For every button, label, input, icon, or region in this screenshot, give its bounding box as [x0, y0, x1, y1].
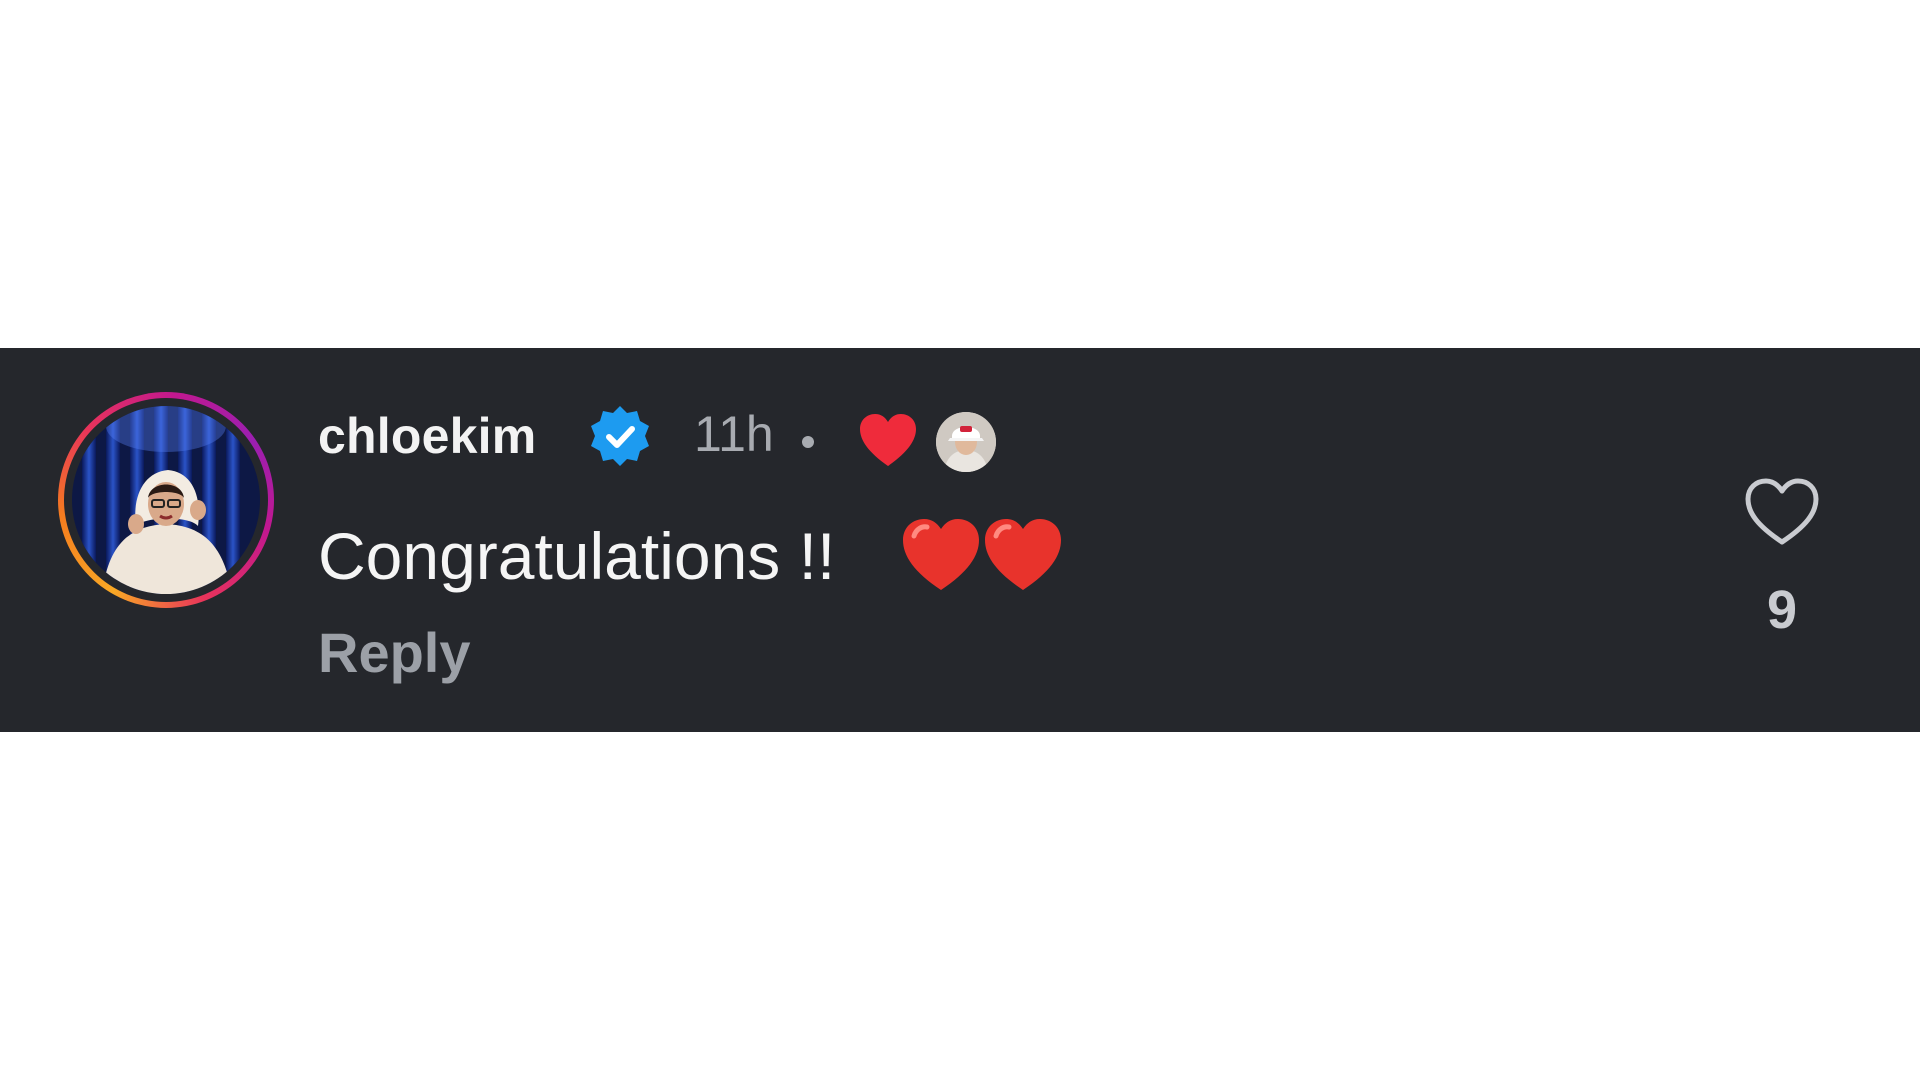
creator-liked-avatar: [936, 412, 996, 472]
heart-icon: [860, 414, 916, 466]
comment-body: Congratulations !!: [318, 519, 836, 593]
comment-text: Congratulations !!: [318, 518, 835, 594]
reply-button[interactable]: Reply: [318, 620, 471, 686]
username[interactable]: chloekim: [318, 406, 536, 466]
heart-outline-icon[interactable]: [1742, 476, 1822, 548]
verified-badge-icon: [591, 406, 649, 466]
separator-dot: [802, 436, 814, 448]
comment-timestamp: 11h: [694, 406, 774, 462]
user-avatar-story-ring[interactable]: [58, 392, 274, 608]
avatar: [72, 406, 260, 594]
red-heart-emoji-icon: [985, 519, 1061, 590]
emoji-hearts: [900, 516, 1064, 592]
red-heart-emoji-icon: [903, 519, 979, 590]
like-count: 9: [1766, 580, 1798, 640]
